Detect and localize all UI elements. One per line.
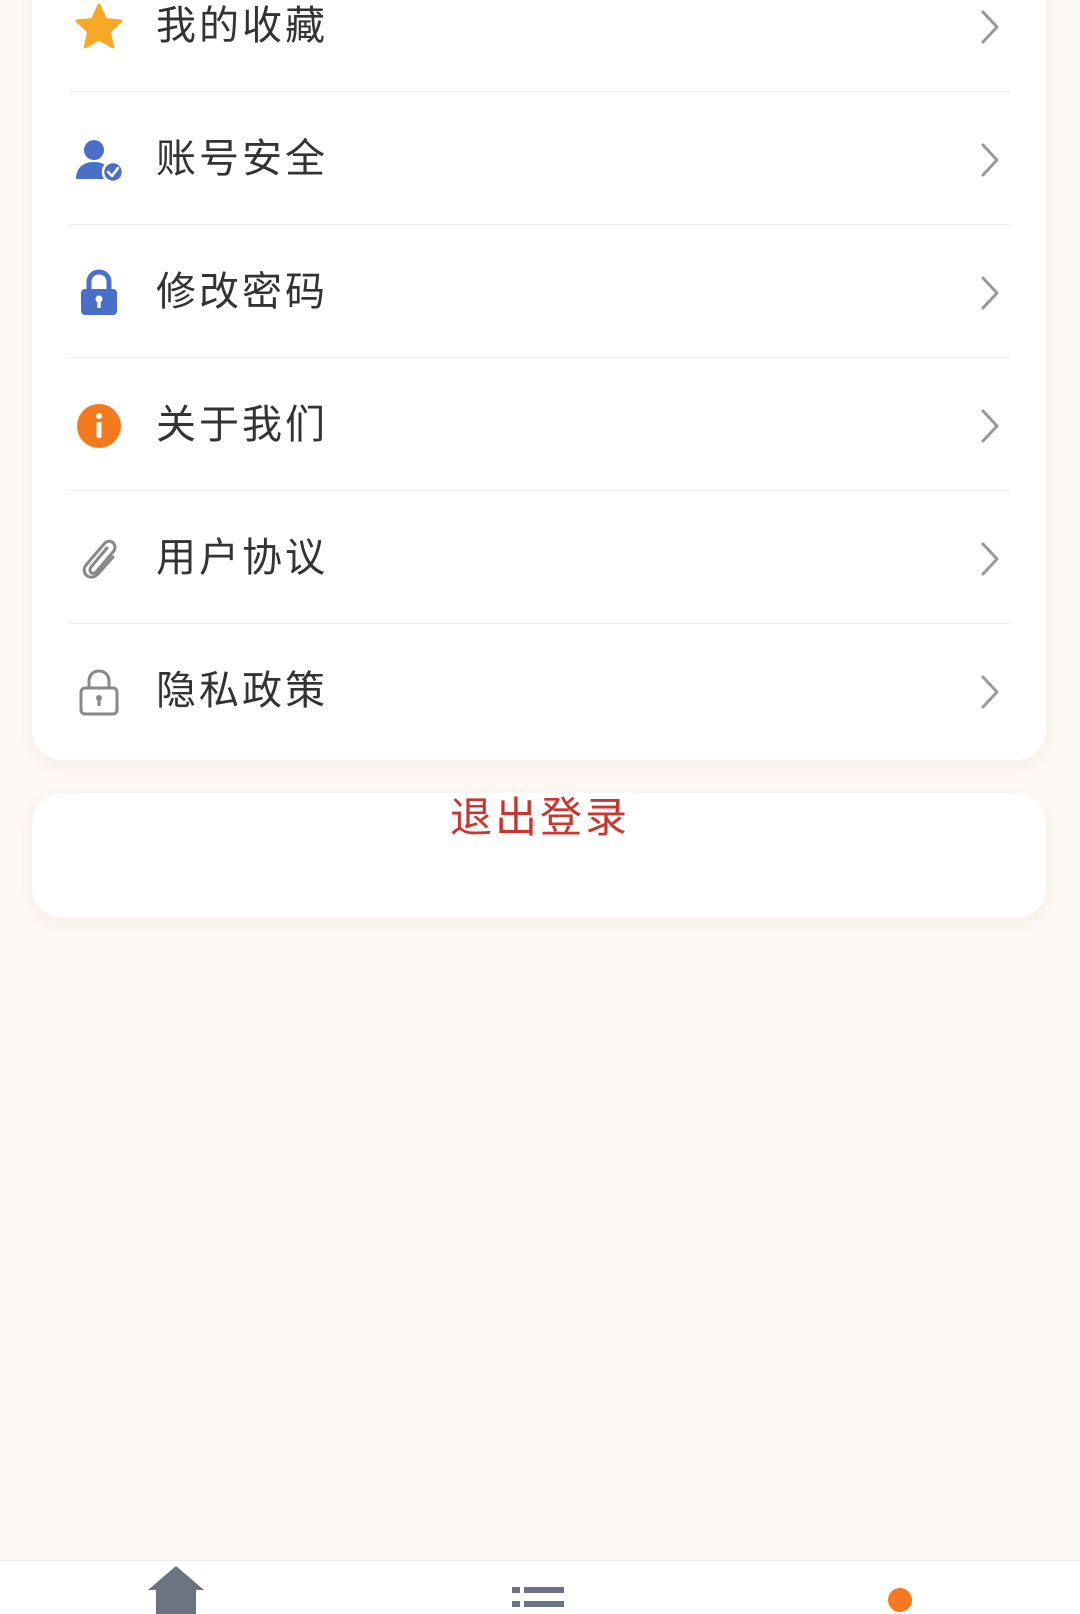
chevron-right-icon	[978, 8, 1002, 46]
chevron-right-icon	[978, 540, 1002, 578]
settings-menu-card: 我的收藏 账号安全 修改密码 关于我们 用户协议 隐私政策	[32, 0, 1046, 760]
divider	[68, 490, 1010, 491]
menu-item-account-security[interactable]: 账号安全	[32, 93, 1046, 225]
chevron-right-icon	[978, 141, 1002, 179]
menu-item-label: 关于我们	[156, 402, 328, 448]
divider	[68, 357, 1010, 358]
menu-item-label: 账号安全	[156, 136, 328, 182]
menu-item-change-password[interactable]: 修改密码	[32, 226, 1046, 358]
menu-item-label: 用户协议	[156, 535, 328, 581]
bottom-tab-bar	[0, 1560, 1080, 1614]
menu-item-label: 修改密码	[156, 269, 328, 315]
divider	[68, 623, 1010, 624]
menu-item-user-agreement[interactable]: 用户协议	[32, 492, 1046, 624]
lock-outline-icon	[74, 667, 124, 717]
paperclip-icon	[74, 534, 124, 584]
list-icon	[510, 1561, 566, 1614]
menu-item-privacy-policy[interactable]: 隐私政策	[32, 625, 1046, 757]
profile-icon	[882, 1561, 918, 1614]
chevron-right-icon	[978, 673, 1002, 711]
logout-label: 退出登录	[449, 793, 630, 842]
chevron-right-icon	[978, 407, 1002, 445]
menu-item-favorites[interactable]: 我的收藏	[32, 0, 1046, 92]
tab-list[interactable]	[510, 1561, 566, 1614]
star-icon	[74, 2, 124, 52]
menu-item-label: 隐私政策	[156, 668, 328, 714]
user-verified-icon	[74, 135, 124, 185]
divider	[68, 91, 1010, 92]
menu-item-label: 我的收藏	[156, 3, 328, 49]
menu-item-about-us[interactable]: 关于我们	[32, 359, 1046, 491]
info-icon	[74, 401, 124, 451]
tab-profile[interactable]	[882, 1561, 918, 1614]
chevron-right-icon	[978, 274, 1002, 312]
tab-home[interactable]	[145, 1561, 207, 1614]
lock-icon	[74, 268, 124, 318]
home-icon	[145, 1561, 207, 1614]
divider	[68, 224, 1010, 225]
